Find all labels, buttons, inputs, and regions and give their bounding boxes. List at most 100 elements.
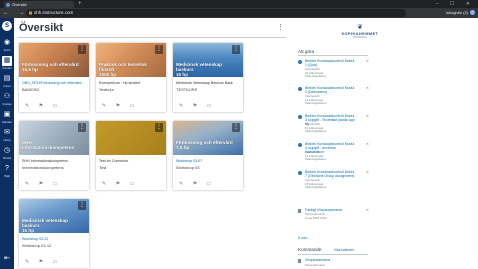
todo-meta: Inlämningsdatum [305, 129, 327, 133]
course-card[interactable]: Förlossning och eftervård 7,5 hp ⋮ Worksho… [173, 121, 243, 190]
course-card-image[interactable]: Förlossning och eftervård 7,5 hp ⋮ [173, 121, 243, 155]
course-card-menu-icon[interactable]: ⋮ [232, 123, 240, 132]
nav-label-inbox: Inkorg [3, 139, 11, 142]
assignment-icon [298, 143, 302, 147]
nav-label-history: Historik [2, 157, 12, 160]
course-card-image[interactable]: Medicinsk vetenskap baskurs 15 hp ⋮ [173, 43, 243, 77]
canvas-favicon-icon [6, 3, 10, 7]
new-tab-button[interactable]: + [78, 1, 82, 8]
collapse-nav-icon[interactable]: ⇤ [2, 254, 12, 264]
course-card-image[interactable]: Förlossning och eftervård 16,5 hp ⋮ [19, 43, 89, 77]
course-card-action-icons[interactable]: ✎ ⚑ ▭ [25, 181, 85, 187]
school-logo-sub: HÖGSKOLA [352, 36, 368, 39]
calendar-icon[interactable]: ▣ [2, 110, 12, 120]
nav-label-account: Konto [3, 49, 11, 52]
nav-label-help: Hjälp [4, 175, 10, 178]
todo-meta: Inlämningsdatum [305, 157, 327, 161]
right-sidebar: ❦ SOPHIAHEMMET HÖGSKOLA Att göra Bedöm K… [290, 18, 478, 269]
todo-title[interactable]: Bedöm Kunskapskontroll Modul 7 (Obedömt … [305, 170, 355, 178]
dashboard-main: Översikt ⋮ Förlossning och eftervård 16,… [14, 18, 286, 269]
course-card-menu-icon[interactable]: ⋮ [155, 45, 163, 54]
show-more-link[interactable]: 5 mer... [298, 236, 310, 240]
dashboard-icon[interactable]: ▦ [2, 56, 12, 66]
course-card-action-icons[interactable]: ✎ ⚑ ▭ [102, 103, 162, 109]
course-card-image-title: SHH Informationskompetens [22, 140, 75, 150]
course-card-name[interactable]: Workshop 03-07 [176, 159, 240, 163]
dismiss-icon[interactable]: ✕ [366, 59, 369, 63]
view-calendar-link[interactable]: Visa kalender [334, 248, 354, 252]
course-card-menu-icon[interactable]: ⋮ [155, 123, 163, 132]
todo-title[interactable]: Bedöm Kunskapskontroll Modul 2 (Diskussi… [305, 86, 355, 94]
coming-up-heading: Kommande [298, 247, 322, 252]
dismiss-icon[interactable]: ✕ [366, 86, 369, 90]
course-card-code: Workshop 03 [176, 165, 200, 170]
dashboard-options-icon[interactable]: ⋮ [277, 23, 284, 31]
document-icon [298, 209, 301, 213]
todo-divider [298, 55, 368, 56]
assignment-icon [298, 115, 302, 119]
nav-label-dashboard: Översikt [2, 67, 12, 70]
course-card-name[interactable]: Medicinsk Vetenskap Baskurs Bask [176, 81, 240, 85]
groups-icon[interactable]: ⚇ [2, 92, 12, 102]
coming-up-divider [298, 254, 368, 255]
title-divider [18, 37, 286, 38]
help-icon[interactable]: ? [2, 164, 12, 174]
course-card-name[interactable]: Test for Connector [99, 159, 163, 163]
course-card-name[interactable]: SHH Informationskompetens [22, 159, 86, 163]
address-url: shh.instructure.com [34, 10, 74, 15]
course-card-image-title: Praktisk och teoretisk filosofi 1000 hp [99, 62, 147, 77]
institution-logo[interactable]: S [2, 21, 12, 31]
dismiss-icon[interactable]: ✕ [366, 142, 369, 146]
course-card-image[interactable]: ⋮ [96, 121, 166, 155]
lock-icon: 🔒 [28, 10, 33, 15]
coming-up-meta: Personalversion [305, 263, 326, 267]
todo-meta: 9 aug 2018 13:00 [305, 215, 327, 220]
dismiss-icon[interactable]: ✕ [366, 170, 369, 174]
browser-tab[interactable]: Översikt [4, 1, 74, 8]
course-card-name[interactable]: Workshop 03-12 [22, 237, 86, 241]
course-card[interactable]: Medicinsk vetenskap baskurs 15 hp ⋮ Medici… [173, 43, 243, 112]
profile-indicator[interactable]: Inkognito (2) [446, 9, 475, 17]
course-card-menu-icon[interactable]: ⋮ [78, 201, 86, 210]
course-card-code: Test [99, 165, 107, 170]
course-card-image[interactable]: Medicinsk vetenskap baskurs 15 hp ⋮ [19, 199, 89, 233]
todo-title[interactable]: Bedöm Kunskapskontroll Modul 1 (Quiz) [305, 59, 355, 67]
course-card-name[interactable]: OBG_SP16Förlossning och eftervård... [22, 81, 86, 85]
history-icon[interactable]: ◷ [2, 146, 12, 156]
courses-icon[interactable]: ▤ [2, 74, 12, 84]
browser-toolbar: ← → ↻ 🔒 shh.instructure.com Inkognito (2… [0, 8, 478, 18]
course-card-code: Informationskompetens [22, 165, 64, 170]
dismiss-icon[interactable]: ✕ [366, 114, 369, 118]
dismiss-icon[interactable]: ✕ [366, 208, 369, 212]
inbox-icon[interactable]: ✉ [2, 128, 12, 138]
profile-label: Inkognito (2) [445, 10, 468, 15]
course-card[interactable]: SHH Informationskompetens ⋮ SHH Informatio… [19, 121, 89, 190]
course-card-menu-icon[interactable]: ⋮ [78, 123, 86, 132]
todo-heading: Att göra [298, 49, 315, 54]
course-card[interactable]: ⋮ Test for Connector Test ✎ ⚑ ▭ [96, 121, 166, 190]
course-card-action-icons[interactable]: ✎ ⚑ ▭ [25, 103, 85, 109]
course-card-action-icons[interactable]: ✎ ⚑ ▭ [25, 259, 85, 265]
nav-label-calendar: Kalender [1, 121, 12, 124]
address-bar[interactable]: 🔒 shh.instructure.com [26, 9, 406, 17]
course-card[interactable]: Förlossning och eftervård 16,5 hp ⋮ OBG_SP… [19, 43, 89, 112]
course-card-image-title: Medicinsk vetenskap baskurs 15 hp [176, 62, 222, 77]
course-card-action-icons[interactable]: ✎ ⚑ ▭ [102, 181, 162, 187]
course-card-name[interactable]: Exempelkurs - Ha student [99, 81, 163, 85]
window-controls[interactable]: – ☐ ✕ [436, 0, 475, 8]
account-icon[interactable]: ◉ [2, 38, 12, 48]
school-emblem-icon: ❦ [357, 24, 363, 31]
document-icon [298, 259, 301, 263]
course-card-action-icons[interactable]: ✎ ⚑ ▭ [179, 181, 239, 187]
course-card[interactable]: Medicinsk vetenskap baskurs 15 hp ⋮ Worksh… [19, 199, 89, 268]
course-card-action-icons[interactable]: ✎ ⚑ ▭ [179, 103, 239, 109]
todo-meta: Inlämningsdatum [305, 101, 327, 105]
course-card[interactable]: Praktisk och teoretisk filosofi 1000 hp ⋮… [96, 43, 166, 112]
course-card-menu-icon[interactable]: ⋮ [232, 45, 240, 54]
course-card-image[interactable]: Praktisk och teoretisk filosofi 1000 hp ⋮ [96, 43, 166, 77]
discussion-icon [298, 87, 302, 91]
course-card-image-title: Förlossning och eftervård 16,5 hp [22, 62, 79, 72]
course-card-image[interactable]: SHH Informationskompetens ⋮ [19, 121, 89, 155]
coming-up-title: Vilopauzamarna [305, 258, 331, 262]
course-card-menu-icon[interactable]: ⋮ [78, 45, 86, 54]
